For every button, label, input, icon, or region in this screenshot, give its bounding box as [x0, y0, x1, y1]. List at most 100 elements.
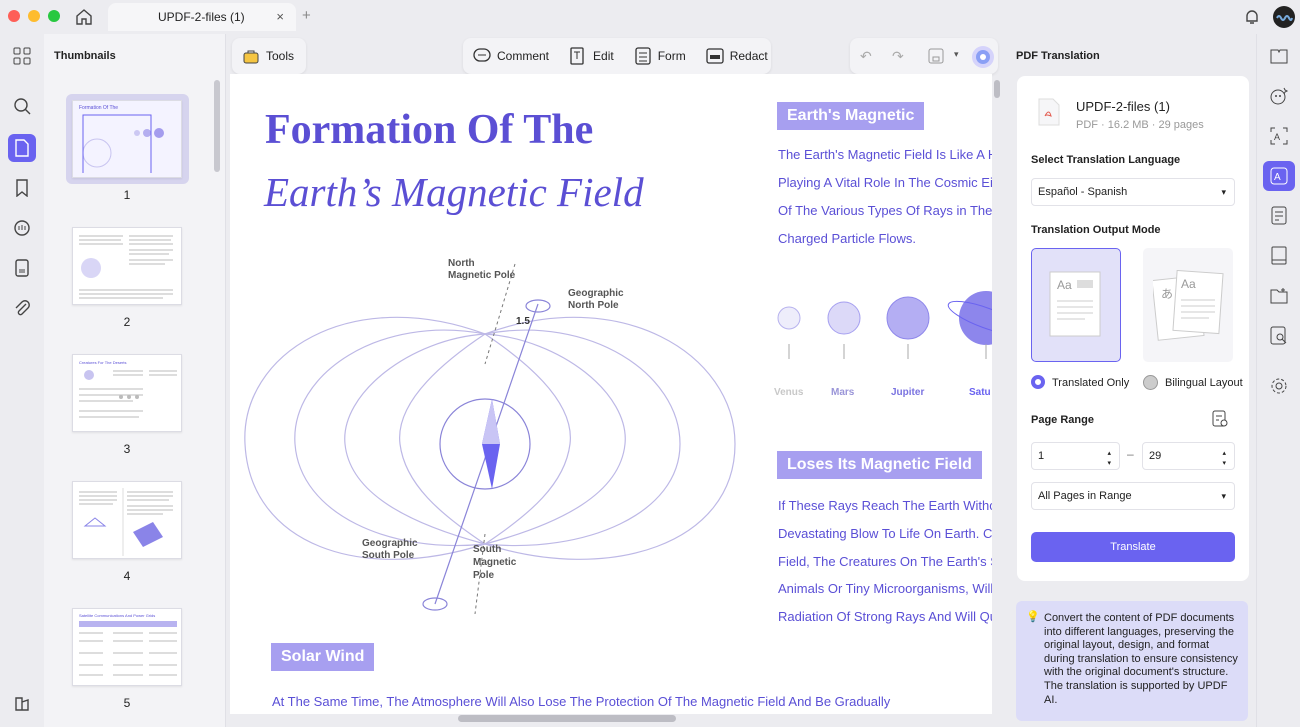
document-search-icon[interactable] [1267, 324, 1291, 348]
summarize-icon[interactable] [1267, 204, 1291, 228]
thumbnail-number: 1 [123, 188, 131, 202]
planets-graphic [777, 291, 992, 359]
close-window-button[interactable] [8, 10, 20, 22]
ocr-icon[interactable]: A [1267, 124, 1291, 148]
redo-icon[interactable]: ↷ [892, 48, 904, 65]
file-meta: PDF · 16.2 MB · 29 pages [1076, 119, 1204, 131]
book-search-icon[interactable] [1267, 44, 1291, 68]
search-icon[interactable] [10, 94, 34, 118]
translated-label: Translated Only [1052, 377, 1130, 389]
folder-icon[interactable] [1267, 284, 1291, 308]
toolbox-icon [243, 50, 259, 64]
svg-text:South Pole: South Pole [362, 550, 415, 561]
bilingual-preview-icon: あ Aa [1153, 270, 1224, 341]
page-range-label: Page Range [1031, 414, 1094, 426]
thumbnail-page-1[interactable]: Formation Of The [72, 100, 182, 178]
pdf-translation-panel: PDF Translation UPDF-2-files (1) PDF · 1… [1005, 34, 1255, 727]
ai-chat-icon[interactable] [1267, 84, 1291, 108]
thumbnail-page-5[interactable]: Satellite Communications And Power Grids [72, 608, 182, 686]
form-button[interactable]: Form [624, 38, 696, 74]
chevron-down-icon: ▾ [1221, 491, 1226, 501]
redact-icon [706, 48, 724, 64]
page-range-settings-icon[interactable] [1211, 410, 1229, 428]
section3-line: At The Same Time, The Atmosphere Will Al… [272, 694, 891, 709]
pages-icon[interactable] [10, 256, 34, 280]
document-horizontal-scrollbar[interactable] [458, 715, 676, 722]
mode-bilingual-option[interactable]: あ Aa [1143, 248, 1233, 362]
avatar[interactable] [1273, 6, 1295, 28]
save-icon[interactable] [928, 48, 944, 67]
edit-button[interactable]: Edit [559, 38, 624, 74]
thumbnail-number: 5 [123, 696, 131, 710]
thumbnails-scrollbar[interactable] [214, 80, 220, 172]
section2-line: If These Rays Reach The Earth Withc [778, 498, 992, 513]
comment-icon [473, 48, 491, 62]
bell-icon[interactable] [1243, 8, 1261, 31]
comment-button[interactable]: Comment [463, 38, 559, 74]
tip-text: Convert the content of PDF documents int… [1044, 612, 1238, 706]
range-separator: – [1127, 447, 1134, 461]
minimize-window-button[interactable] [28, 10, 40, 22]
attachment-icon[interactable] [10, 296, 34, 320]
lightbulb-icon: 💡 [1026, 611, 1040, 623]
north-magnetic-label: North [448, 258, 475, 269]
section1-line: The Earth's Magnetic Field Is Like A H [778, 147, 992, 162]
stepper-icon[interactable]: ▴ ▾ [1107, 449, 1111, 469]
thumbnail-page-3[interactable]: Creatures For The Deserts [72, 354, 182, 432]
bilingual-radio[interactable] [1143, 375, 1158, 390]
tools-button[interactable]: Tools [232, 38, 304, 74]
thumbnails-icon[interactable] [8, 134, 36, 162]
geographic-north-label: Geographic [568, 288, 624, 299]
language-label: Select Translation Language [1031, 154, 1181, 166]
output-mode-label: Translation Output Mode [1031, 224, 1161, 236]
bookmark-icon[interactable] [10, 176, 34, 200]
document-tab[interactable]: UPDF-2-files (1) × [108, 3, 296, 31]
settings-icon[interactable] [1267, 374, 1291, 398]
comment-list-icon[interactable] [10, 216, 34, 240]
title-bar: UPDF-2-files (1) × + [0, 0, 1300, 34]
undo-icon[interactable]: ↶ [860, 48, 872, 65]
home-icon[interactable] [74, 7, 94, 32]
section2-line: Devastating Blow To Life On Earth. C [778, 526, 992, 541]
planet-label-saturn: Satu [969, 387, 991, 398]
language-select[interactable]: Español - Spanish ▾ [1031, 178, 1235, 206]
right-tool-rail: A A [1256, 34, 1300, 727]
close-tab-icon[interactable]: × [276, 3, 284, 31]
magnetic-field-diagram: North Magnetic Pole Geographic North Pol… [244, 258, 736, 615]
document-vertical-scrollbar[interactable] [994, 80, 1000, 98]
redact-button[interactable]: Redact [696, 38, 778, 74]
svg-text:Magnetic: Magnetic [473, 557, 517, 568]
thumbnail-page-2[interactable] [72, 227, 182, 305]
range-from-input[interactable]: 1 ▴ ▾ [1031, 442, 1120, 470]
chevron-down-icon[interactable]: ▾ [954, 49, 959, 60]
reader-icon[interactable] [1267, 244, 1291, 268]
thumbnail-page-4[interactable] [72, 481, 182, 559]
section2-line: Animals Or Tiny Microorganisms, Will [778, 581, 992, 596]
geographic-south-label: Geographic [362, 538, 418, 549]
svg-text:Satellite Communications And P: Satellite Communications And Power Grids [79, 613, 155, 618]
bilingual-label: Bilingual Layout [1165, 377, 1243, 389]
thumbnails-title: Thumbnails [54, 50, 116, 62]
mode-translated-option[interactable]: Aa [1031, 248, 1121, 362]
zoom-window-button[interactable] [48, 10, 60, 22]
translate-button[interactable]: Translate [1031, 532, 1235, 562]
angle-label: 1.5 [516, 316, 530, 327]
translated-radio[interactable] [1031, 375, 1045, 389]
svg-text:Aa: Aa [1057, 278, 1072, 292]
svg-text:あ: あ [1161, 287, 1173, 301]
pdf-document-view[interactable]: Formation Of The Earth’s Magnetic Field … [230, 74, 992, 714]
new-tab-button[interactable]: + [302, 7, 311, 24]
thumbnail-number: 2 [123, 315, 131, 329]
grid-icon[interactable] [10, 44, 34, 68]
svg-text:Aa: Aa [1181, 277, 1196, 291]
range-to-input[interactable]: 29 ▴ ▾ [1142, 442, 1235, 470]
layers-icon[interactable] [10, 692, 34, 716]
thumbnail-number: 3 [123, 442, 131, 456]
translate-icon[interactable]: A [1263, 161, 1295, 191]
tools-toolbar: Tools [232, 38, 306, 74]
stepper-icon[interactable]: ▴ ▾ [1222, 449, 1226, 469]
svg-text:A: A [1274, 172, 1281, 183]
page-range-mode-select[interactable]: All Pages in Range ▾ [1031, 482, 1235, 510]
ai-assistant-icon[interactable] [972, 46, 994, 68]
form-label: Form [657, 49, 686, 63]
